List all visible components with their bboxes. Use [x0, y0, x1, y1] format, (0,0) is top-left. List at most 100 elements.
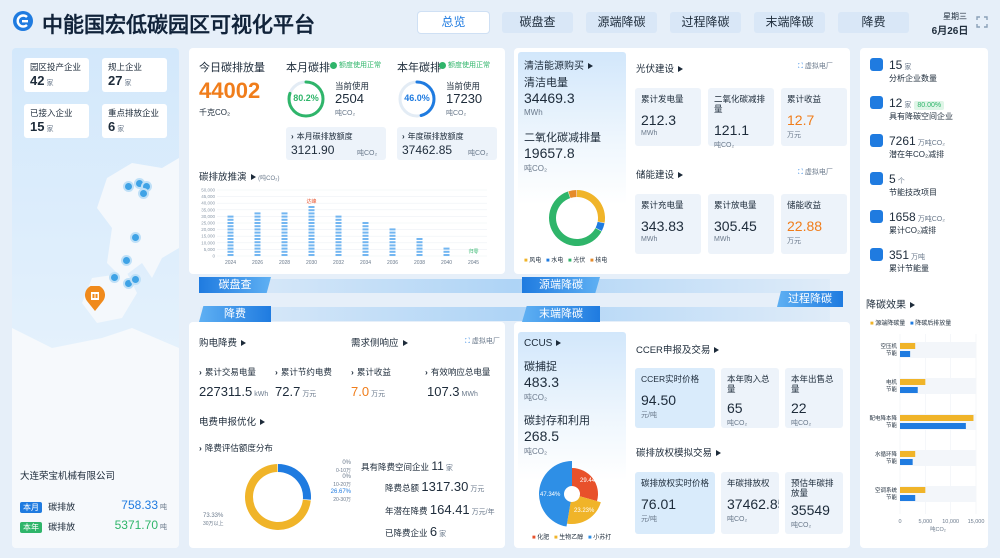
fee-distribution-donut[interactable] [243, 462, 313, 532]
map-pin[interactable] [125, 183, 132, 190]
effect-bar-source[interactable] [900, 379, 926, 385]
ccus-store-value: 268.5 [524, 428, 560, 444]
right-stat-item: 351 万吨 累计节能量 [870, 248, 985, 274]
carbon-effect-bar-chart[interactable]: 0 5,000 10,000 15,000吨CO₂空压机节能电机节能配电降本降节能水循… [862, 330, 986, 542]
effect-bar-after[interactable] [900, 423, 966, 429]
band-source[interactable]: 源端降碳 [522, 277, 600, 293]
fullscreen-icon[interactable] [976, 16, 988, 28]
ccer-card-buy: 本年购入总量 65 吨CO₂ [721, 368, 779, 428]
y-tick-label: 10,000 [201, 240, 215, 245]
trend-bar[interactable] [389, 228, 396, 256]
map-pin[interactable] [143, 183, 150, 190]
map-pin[interactable] [111, 274, 118, 281]
trend-title: 碳排放推演 (吨CO₂) [199, 172, 280, 183]
sim-trade-title: 碳排放权模拟交易 [636, 445, 722, 459]
selected-factory-pin-icon[interactable] [84, 286, 106, 312]
band-inventory[interactable]: 碳盘查 [199, 277, 271, 293]
month-use-value: 2504 [335, 91, 364, 106]
clean-elec-label: 清洁电量 [524, 77, 568, 89]
tab-inventory[interactable]: 碳盘查 [502, 12, 573, 33]
band-process[interactable]: 过程降碳 [777, 291, 843, 307]
effect-bar-after[interactable] [900, 495, 916, 501]
y-tick-label: 15,000 [201, 234, 215, 239]
clean-legend: ■ 风电 ■ 水电 ■ 光伏 ■ 核电 [524, 258, 608, 264]
effect-bar-label: 电机 [886, 378, 898, 386]
effect-bar-source[interactable] [900, 487, 926, 493]
ccer-card-sell: 本年出售总量 22 吨CO₂ [785, 368, 843, 428]
right-stat-item: 1658 万吨CO₂ 累计CO₂减排 [870, 210, 985, 236]
y-tick-label: 40,000 [201, 201, 215, 206]
effect-bar-source[interactable] [900, 343, 916, 349]
band-fee[interactable]: 降费 [199, 306, 271, 322]
pv-virtual-plant[interactable]: ⛶ 虚拟电厂 [798, 61, 833, 71]
clean-energy-donut-chart[interactable] [546, 187, 608, 249]
x-tick-label: 2038 [414, 260, 425, 266]
month-quota-card: › 本月碳排放额度 3121.90 吨CO₂ [286, 127, 386, 160]
fee-summary-total: 降费总额 1317.30 万元 [385, 479, 485, 494]
tab-overview[interactable]: 总览 [418, 12, 489, 33]
trend-bar[interactable] [443, 247, 450, 256]
month-emission-title: 本月碳排 [286, 62, 330, 74]
storage-title: 储能建设 [636, 167, 684, 181]
clean-donut-slice[interactable] [577, 190, 605, 223]
effect-bar-after[interactable] [900, 351, 911, 357]
today-emission-unit: 千克CO₂ [199, 108, 231, 117]
stat-card-scale: 规上企业 27 家 [102, 58, 167, 92]
sim-card-annual: 年碳排放权37462.85吨CO₂ [721, 472, 779, 534]
trend-bar[interactable] [335, 215, 342, 256]
emission-trend-chart[interactable]: 50,00045,000 40,00035,000 30,000 25,00020,0… [195, 184, 495, 268]
effect-bar-label: 节能 [886, 493, 898, 501]
effect-bar-source[interactable] [900, 415, 974, 421]
trend-bar[interactable] [416, 238, 423, 256]
effect-bar-label: 水循环降 [875, 450, 898, 458]
map-pin[interactable] [132, 276, 139, 283]
right-stat-item: 15 家分析企业数量 [870, 58, 985, 84]
fee-virtual-plant[interactable]: ⛶ 虚拟电厂 [465, 336, 500, 346]
map-pin[interactable] [140, 190, 147, 197]
fee-donut-slice[interactable] [278, 464, 311, 500]
carbon-panel: 今日碳排放量 44002 千克CO₂ 本月碳排 额度使用正常 80.2% 当前使… [189, 48, 505, 274]
map-pin[interactable] [125, 280, 132, 287]
pv-card-generation: 累计发电量 212.3 MWh [635, 88, 701, 146]
trend-bar[interactable] [227, 215, 234, 256]
ccus-pie-slice[interactable] [572, 468, 598, 502]
tab-fee[interactable]: 降费 [838, 12, 909, 33]
effect-bar-source[interactable] [900, 451, 916, 457]
year-use-value: 17230 [446, 91, 483, 106]
year-emission-title: 本年碳排 [397, 62, 441, 74]
trend-bar[interactable] [254, 212, 261, 256]
year-quota-card: › 年度碳排放额度 37462.85 吨CO₂ [397, 127, 497, 160]
band-end[interactable]: 末端降碳 [522, 306, 600, 322]
fee-summary-done: 已降费企业 6家 [385, 524, 447, 539]
tab-source[interactable]: 源端降碳 [586, 12, 657, 33]
map-pin[interactable] [132, 234, 139, 241]
company-year-row: 本年 碳排放 5371.70 吨 [20, 518, 175, 533]
effect-bar-after[interactable] [900, 387, 918, 393]
effect-bar-label: 节能 [886, 421, 898, 429]
company-month-row: 本月 碳排放 758.33 吨 [20, 498, 175, 513]
clean-elec-value: 34469.3 [524, 90, 575, 106]
trend-bar[interactable] [308, 206, 315, 256]
map-pin[interactable] [123, 257, 130, 264]
today-emission-label: 今日碳排放量 [199, 62, 265, 74]
date: 6月26日 [931, 26, 969, 37]
leaf-icon [870, 248, 883, 261]
y-tick-label: 35,000 [201, 207, 215, 212]
map-pin[interactable] [136, 180, 143, 187]
y-tick-label: 30,000 [201, 214, 215, 219]
trend-bar[interactable] [362, 222, 369, 256]
year-gauge-pct: 46.0% [404, 93, 430, 103]
fee-stat-income: › 累计收益 [351, 367, 391, 377]
ccer-icon [870, 134, 883, 147]
month-gauge-pct: 80.2% [293, 93, 319, 103]
park-map[interactable]: 园区投产企业 42 家 规上企业 27 家 已接入企业 15 家 重点排放企业 6家 … [12, 48, 179, 548]
fee-summary-space: 具有降费空间企业 11 家 [361, 459, 453, 473]
tab-end[interactable]: 末端降碳 [754, 12, 825, 33]
trend-bar[interactable] [281, 212, 288, 256]
tab-process[interactable]: 过程降碳 [670, 12, 741, 33]
storage-card-discharge: 累计放电量 305.45 MWh [708, 194, 774, 254]
y-tick-label: 5,000 [204, 247, 216, 252]
demand-title: 需求侧响应 [351, 335, 408, 349]
storage-virtual-plant[interactable]: ⛶ 虚拟电厂 [798, 167, 833, 177]
effect-bar-after[interactable] [900, 459, 913, 465]
